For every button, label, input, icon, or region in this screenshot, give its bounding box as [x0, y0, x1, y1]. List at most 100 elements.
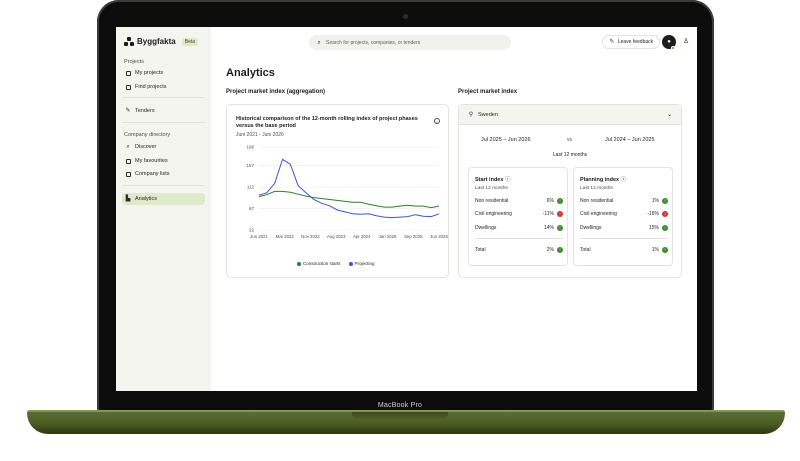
chart-card: Historical comparison of the 12-month ro…	[226, 104, 449, 278]
planning-index-title: Planning index ⓘ	[580, 177, 627, 183]
search-icon: ⌕	[126, 144, 130, 150]
y-tick-label: 196	[246, 145, 254, 150]
start-index-card: Start index ⓘ Last 12 months Non residen…	[468, 167, 568, 266]
page-title: Analytics	[226, 67, 275, 79]
divider	[122, 185, 205, 186]
region-value: Sweden	[478, 111, 498, 118]
sidebar-item-favourites[interactable]: My favourites	[122, 155, 205, 167]
line-chart: 196 157 112 67 22Jun 2021 Mar 2022 Nov 2022 Aug…	[246, 145, 448, 240]
divider	[122, 122, 205, 123]
x-tick-label: Mar 2022	[276, 234, 295, 239]
x-tick-label: Jun 2021	[250, 234, 268, 239]
series-line-1	[258, 190, 440, 209]
y-tick-label: 22	[249, 228, 255, 233]
x-tick-label: Sep 2025	[404, 234, 423, 239]
start-index-sub: Last 12 months	[475, 186, 508, 191]
index-row: Civil engineering -11% ↓	[475, 210, 563, 217]
divider	[475, 238, 563, 239]
legend-item: Construction starts	[297, 261, 341, 266]
device-label: MacBook Pro	[377, 402, 423, 409]
start-index-title: Start index ⓘ	[475, 177, 511, 183]
index-total-row: Total 1% ↑	[580, 246, 668, 253]
list-icon	[125, 171, 131, 177]
y-tick-label: 112	[247, 185, 255, 190]
sidebar-item-analytics[interactable]: ▙ Analytics	[122, 193, 205, 205]
left-section-heading: Project market index (aggregation)	[226, 89, 326, 95]
sidebar-item-find-projects[interactable]: Find projects	[122, 81, 205, 93]
chevron-down-icon: ⌄	[666, 112, 672, 118]
heart-icon	[125, 158, 131, 164]
laptop-scene: MacBook Pro Byggfakta Beta Projects My p…	[0, 0, 800, 461]
laptop-notch	[352, 412, 448, 421]
planning-index-card: Planning index ⓘ Last 12 months Non resi…	[573, 167, 673, 266]
sidebar-item-label: Find projects	[135, 84, 167, 90]
feedback-label: Leave feedback	[617, 39, 654, 45]
search-icon: ⌕	[317, 39, 321, 46]
sidebar-item-label: Tenders	[135, 108, 155, 114]
sidebar-item-label: Company lists	[135, 171, 170, 177]
sidebar: Byggfakta Beta Projects My projects Find…	[116, 27, 211, 391]
x-tick-label: Jun 2026	[430, 234, 448, 239]
x-tick-label: Apr 2024	[353, 234, 371, 239]
right-section-heading: Project market index	[458, 89, 518, 95]
camera	[403, 14, 408, 19]
beta-badge: Beta	[181, 37, 198, 46]
chart-legend: Construction starts Projecting	[297, 261, 375, 266]
company-directory-heading: Company directory	[124, 132, 171, 138]
period-caption: Last 12 months	[552, 152, 588, 158]
x-tick-label: Jan 2025	[379, 234, 397, 239]
sidebar-item-discover[interactable]: ⌕ Discover	[122, 141, 205, 153]
user-icon[interactable]: ♙	[681, 37, 691, 47]
projects-heading: Projects	[124, 59, 144, 65]
arrow-up-icon: ↑	[557, 246, 563, 253]
index-row: Civil engineering -16% ↓	[580, 210, 668, 217]
index-total-row: Total 2% ↑	[475, 246, 563, 253]
logo[interactable]: Byggfakta Beta	[124, 37, 198, 46]
x-tick-label: Aug 2023	[327, 234, 346, 239]
arrow-up-icon: ↑	[662, 246, 668, 253]
arrow-down-icon: ↓	[557, 210, 563, 217]
logo-icon	[124, 37, 134, 46]
leave-feedback-button[interactable]: ✎ Leave feedback	[602, 35, 660, 49]
index-row: Dwellings 14% ↑	[475, 224, 563, 231]
chart-icon: ▙	[125, 196, 131, 202]
sidebar-item-company-lists[interactable]: Company lists	[122, 168, 205, 180]
app-screen: Byggfakta Beta Projects My projects Find…	[116, 27, 697, 391]
y-tick-label: 157	[246, 163, 254, 168]
divider	[580, 238, 668, 239]
search-icon	[125, 84, 131, 90]
location-pin-icon: ⚲	[468, 111, 474, 118]
arrow-down-icon: ↓	[662, 210, 668, 217]
search-input[interactable]: ⌕ Search for projects, companies, or ten…	[309, 35, 511, 50]
current-period: Jul 2025 – Jun 2026	[481, 137, 531, 143]
app-name: Byggfakta	[137, 37, 176, 46]
planning-index-sub: Last 12 months	[580, 186, 613, 191]
bookmark-icon	[125, 70, 131, 76]
sidebar-item-label: Discover	[135, 144, 157, 150]
series-line-2	[258, 158, 440, 219]
vs-label: vs	[567, 137, 572, 143]
pen-icon: ✎	[125, 108, 131, 114]
legend-item: Projecting	[348, 261, 375, 266]
sidebar-item-label: My favourites	[135, 158, 168, 164]
y-tick-label: 67	[249, 206, 255, 211]
arrow-up-icon: ↑	[662, 197, 668, 204]
search-placeholder: Search for projects, companies, or tende…	[326, 39, 421, 46]
sidebar-item-label: My projects	[135, 70, 164, 76]
sidebar-item-my-projects[interactable]: My projects	[122, 67, 205, 79]
arrow-up-icon: ↑	[557, 197, 563, 204]
sidebar-item-tenders[interactable]: ✎ Tenders	[122, 105, 205, 117]
sidebar-item-label: Analytics	[135, 196, 158, 202]
arrow-up-icon: ↑	[557, 224, 563, 231]
market-index-card: ⚲ Sweden ⌄ Jul 2025 – Jun 2026 vs Jul 20…	[458, 104, 682, 278]
arrow-up-icon: ↑	[662, 224, 668, 231]
index-row: Non residential 6% ↑	[475, 197, 563, 204]
region-select[interactable]: ⚲ Sweden ⌄	[459, 105, 681, 125]
pen-icon: ✎	[609, 39, 615, 45]
index-row: Non residential 1% ↑	[580, 197, 668, 204]
base-period: Jul 2024 – Jun 2025	[605, 137, 655, 143]
status-dot	[671, 46, 675, 50]
divider	[122, 97, 205, 98]
x-tick-label: Nov 2022	[301, 234, 320, 239]
index-row: Dwellings 15% ↑	[580, 224, 668, 231]
